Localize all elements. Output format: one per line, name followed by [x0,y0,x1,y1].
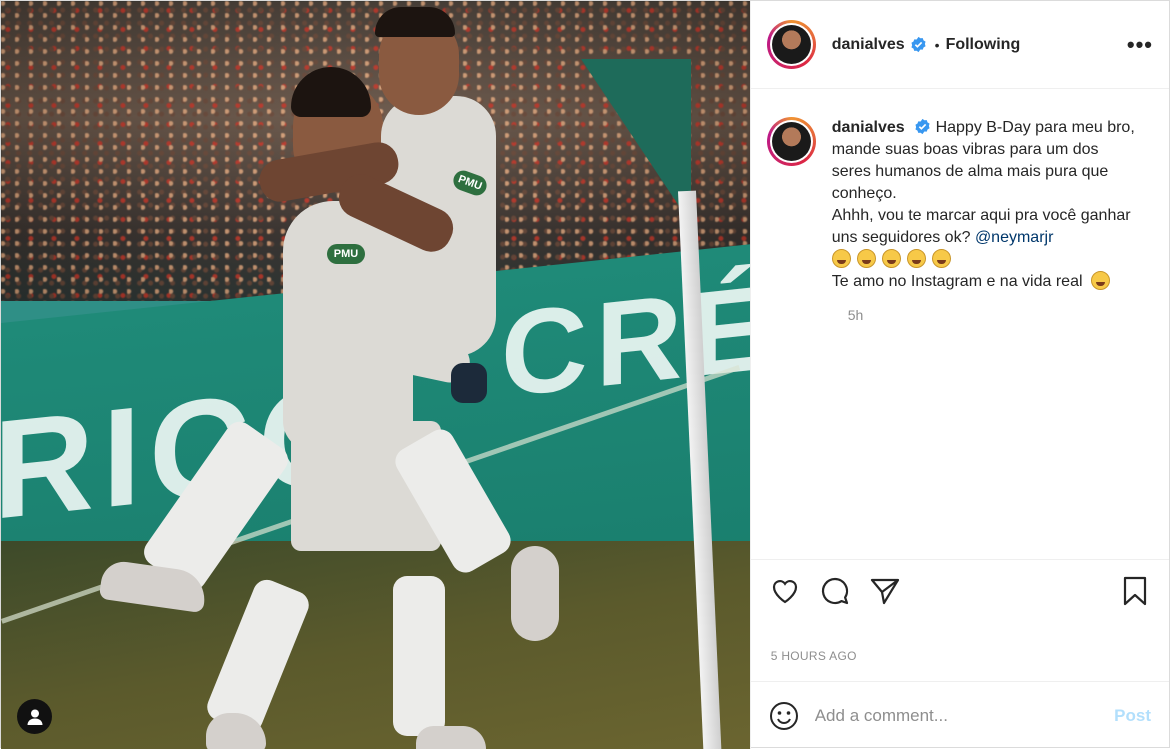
caption-mention[interactable]: @neymarjr [975,229,1053,246]
laughing-emoji-icon [931,249,951,268]
caption-text-3: Te amo no Instagram e na vida real [831,273,1083,290]
verified-badge-icon [911,36,926,53]
post-header: danialves • Following ••• [750,1,1169,89]
laughing-emoji-icon [856,249,876,268]
add-comment-bar: Post [750,681,1169,749]
caption-row: danialves Happy B-Day para meu bro, mand… [766,117,1153,293]
post-comment-button[interactable]: Post [1114,706,1151,726]
post-side-panel: danialves • Following ••• danialves Happ… [749,1,1169,749]
grimacing-emoji-icon [1090,271,1110,290]
shirt-sponsor-badge: PMU [327,244,365,264]
action-bar [750,559,1169,621]
caption-avatar[interactable] [766,117,816,166]
laughing-emoji-icon [881,249,901,268]
post-caption: danialves Happy B-Day para meu bro, mand… [831,117,1142,293]
post-timestamp: 5 HOURS AGO [770,649,857,663]
heart-icon[interactable] [769,575,801,607]
caption-emoji-row [831,249,957,268]
player-glove [451,363,487,403]
laughing-emoji-icon [831,249,851,268]
comment-icon[interactable] [819,575,851,607]
avatar-image [771,25,811,64]
tagged-users-button[interactable] [17,699,52,734]
more-options-button[interactable]: ••• [1127,32,1153,58]
caption-username[interactable]: danialves [832,119,905,136]
caption-time[interactable]: 5h [848,307,1153,323]
verified-badge-icon [915,118,930,135]
person-icon [27,709,42,725]
header-separator: • [934,36,940,53]
bookmark-icon[interactable] [1119,575,1151,607]
corner-flag [581,59,691,224]
comments-area: danialves Happy B-Day para meu bro, mand… [751,89,1169,559]
post-photo[interactable]: RICOL CRÉDI PMU PMU [1,1,750,749]
share-icon[interactable] [869,575,901,607]
author-username[interactable]: danialves [832,36,905,54]
instagram-post-modal: RICOL CRÉDI PMU PMU [0,0,1170,749]
laughing-emoji-icon [906,249,926,268]
comment-input[interactable] [814,705,1115,726]
emoji-picker-icon[interactable] [769,701,799,731]
author-avatar[interactable] [766,20,816,69]
following-button[interactable]: Following [946,36,1021,54]
